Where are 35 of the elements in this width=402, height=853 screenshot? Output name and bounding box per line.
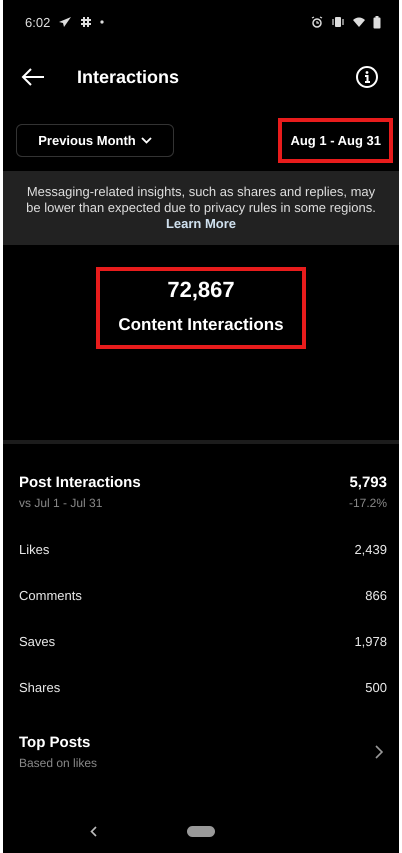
metric-value: 2,439 <box>354 542 387 556</box>
change-percent: -17.2% <box>348 496 387 510</box>
metric-label: Shares <box>19 680 60 694</box>
section-value: 5,793 <box>349 474 387 491</box>
vibrate-icon <box>331 16 345 28</box>
battery-icon <box>373 16 381 28</box>
notice-text: Messaging-related insights, such as shares and replies, may be lower than expected due to privacy rules in some regions. Learn More <box>25 184 377 232</box>
back-nav-icon[interactable] <box>90 826 97 836</box>
wifi-icon <box>353 16 365 28</box>
top-posts-subtitle: Based on likes <box>19 756 98 770</box>
top-posts-title: Top Posts <box>19 734 92 751</box>
metric-label: Likes <box>19 542 50 556</box>
metric-label: Comments <box>19 588 82 602</box>
info-icon[interactable] <box>355 65 379 89</box>
back-arrow-icon[interactable] <box>21 68 45 86</box>
metric-value: 866 <box>365 588 387 602</box>
home-pill[interactable] <box>187 826 215 836</box>
total-value: 72,867 <box>167 277 235 303</box>
status-time: 6:02 <box>25 14 50 30</box>
learn-more-link[interactable]: Learn More <box>166 216 236 231</box>
section-title: Post Interactions <box>19 474 141 491</box>
send-icon <box>58 16 72 28</box>
metric-label: Saves <box>19 634 56 648</box>
hash-icon <box>80 16 92 28</box>
comparison-period: vs Jul 1 - Jul 31 <box>19 496 104 510</box>
metric-value: 500 <box>365 680 387 694</box>
dot-icon <box>100 20 104 24</box>
chevron-right-icon[interactable] <box>375 745 383 759</box>
chevron-down-icon <box>140 137 152 144</box>
alarm-icon <box>311 16 323 28</box>
page-title: Interactions <box>77 66 180 88</box>
date-range: Aug 1 - Aug 31 <box>278 118 393 163</box>
period-dropdown[interactable]: Previous Month <box>16 124 174 157</box>
metric-value: 1,978 <box>354 634 387 648</box>
total-label: Content Interactions <box>118 315 284 335</box>
